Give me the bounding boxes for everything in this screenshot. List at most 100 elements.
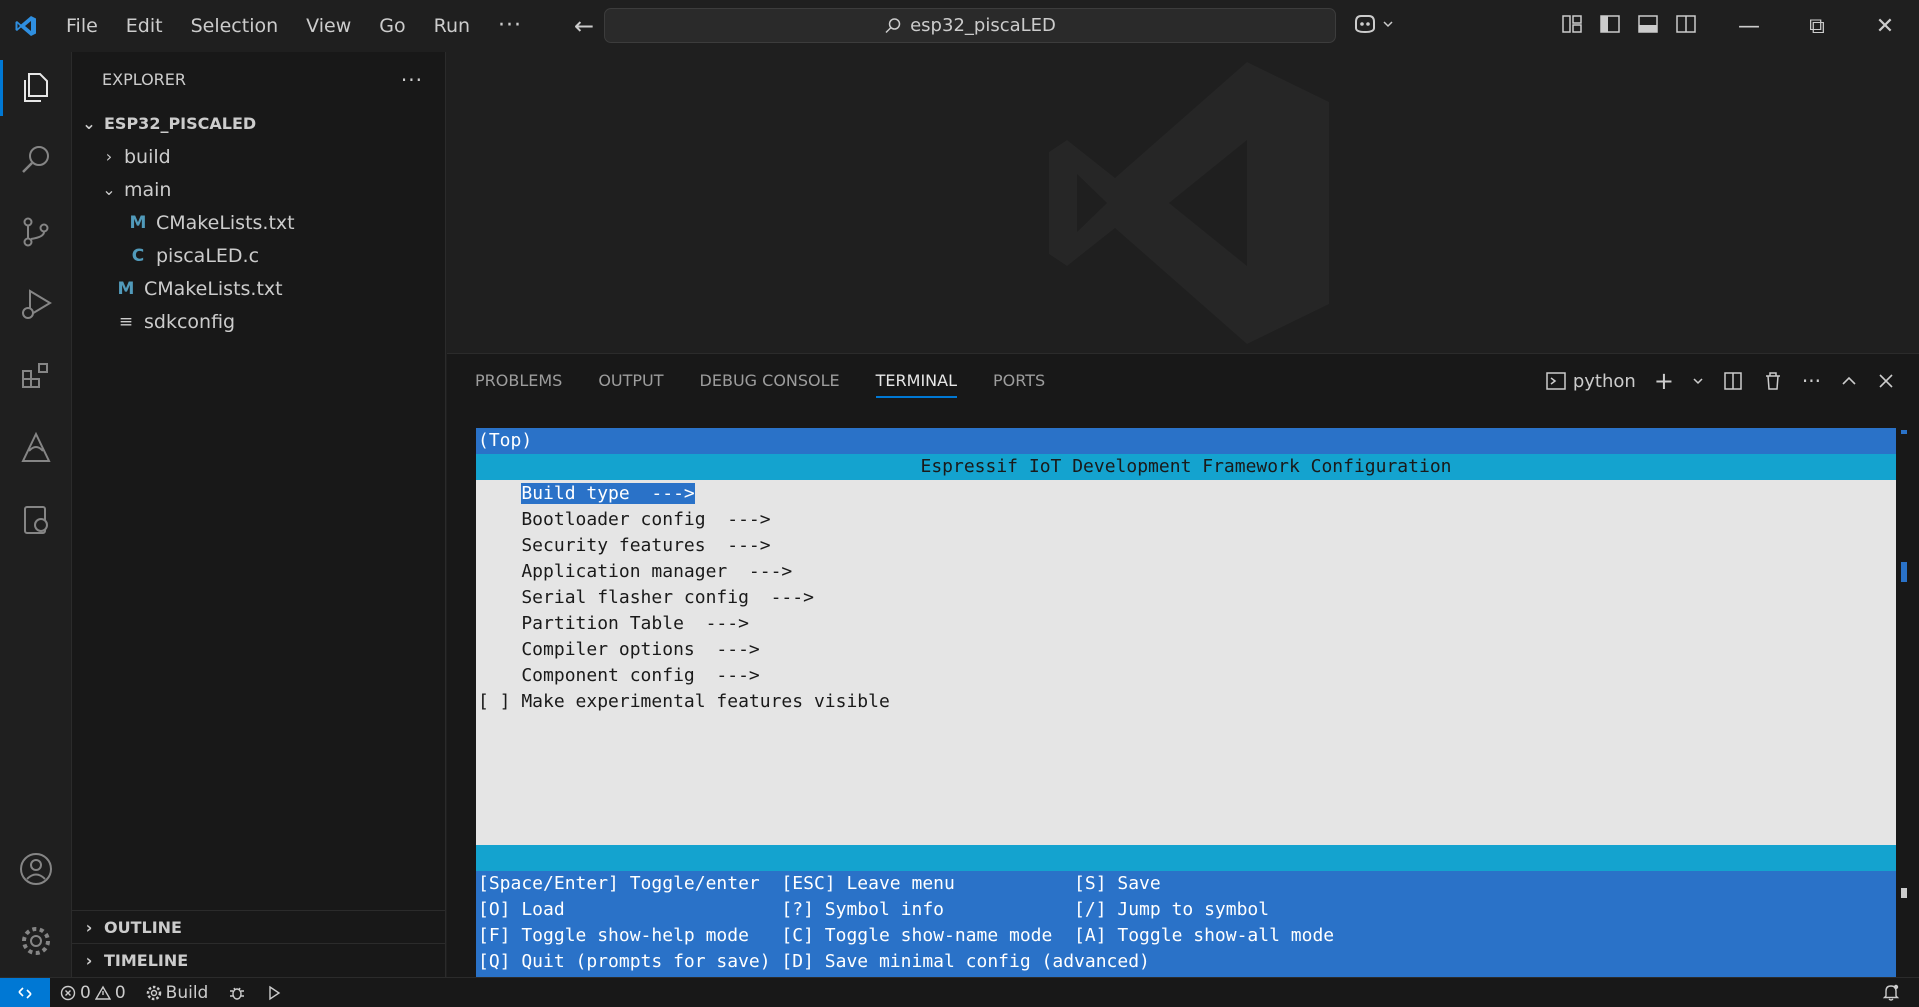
- vscode-watermark-icon: [1049, 62, 1329, 344]
- selected-option-label: Build type --->: [521, 483, 695, 504]
- explorer-sidebar: EXPLORER ··· ⌄ ESP32_PISCALED › build ⌄ …: [72, 52, 446, 977]
- tree-item-label: sdkconfig: [144, 310, 236, 333]
- restore-icon[interactable]: ⧉: [1783, 0, 1851, 52]
- notifications-button[interactable]: [1881, 982, 1901, 1007]
- tree-item-label: main: [124, 178, 172, 201]
- warning-count: 0: [114, 982, 126, 1003]
- menu-option-checkbox[interactable]: [ ] Make experimental features visible: [476, 689, 1896, 715]
- help-row: [F] Toggle show-help mode [C] Toggle sho…: [478, 925, 1335, 946]
- back-arrow-icon[interactable]: ←: [574, 12, 594, 40]
- customize-layout-icon[interactable]: [1560, 12, 1584, 36]
- tab-ports[interactable]: PORTS: [993, 354, 1045, 408]
- explorer-title: EXPLORER: [102, 70, 186, 89]
- chevron-down-icon[interactable]: [1692, 375, 1704, 387]
- menu-option[interactable]: Security features --->: [476, 533, 1896, 559]
- build-status-button[interactable]: Build: [136, 983, 219, 1003]
- close-panel-icon[interactable]: [1877, 372, 1895, 390]
- toggle-panel-icon[interactable]: [1636, 12, 1660, 36]
- outline-label: OUTLINE: [104, 917, 182, 937]
- remote-explorer-icon: [24, 506, 48, 534]
- menu-option[interactable]: Application manager --->: [476, 559, 1896, 585]
- menu-more-icon[interactable]: ···: [484, 0, 536, 52]
- tree-file-sdkconfig[interactable]: ≡ sdkconfig: [72, 305, 445, 338]
- accounts-activity[interactable]: [0, 833, 72, 905]
- menu-option[interactable]: Compiler options --->: [476, 637, 1896, 663]
- source-control-activity[interactable]: [0, 196, 72, 268]
- menu-option-selected[interactable]: Build type --->: [476, 481, 1896, 507]
- command-center-text: esp32_piscaLED: [910, 15, 1056, 36]
- menuconfig-title: Espressif IoT Development Framework Conf…: [476, 454, 1896, 480]
- menu-option[interactable]: Partition Table --->: [476, 611, 1896, 637]
- window-controls: — ⧉ ✕: [1715, 0, 1919, 52]
- vscode-logo-icon: [0, 0, 52, 52]
- explorer-activity[interactable]: [0, 52, 72, 124]
- menuconfig-separator: [476, 845, 1896, 871]
- workspace-root-folder[interactable]: ⌄ ESP32_PISCALED: [72, 107, 445, 140]
- menuconfig-menu: Build type ---> Bootloader config ---> S…: [476, 480, 1896, 845]
- menu-option[interactable]: Bootloader config --->: [476, 507, 1896, 533]
- more-actions-icon[interactable]: ···: [1802, 369, 1821, 393]
- tab-output[interactable]: OUTPUT: [598, 354, 663, 408]
- bell-icon: [1882, 984, 1900, 1001]
- extensions-activity[interactable]: [0, 340, 72, 412]
- remote-indicator[interactable]: [0, 977, 50, 1007]
- panel-actions: python + ···: [1545, 354, 1895, 408]
- trash-icon[interactable]: [1762, 370, 1784, 392]
- split-terminal-icon[interactable]: [1722, 370, 1744, 392]
- scrollbar-marker: [1901, 888, 1907, 898]
- menu-go[interactable]: Go: [365, 0, 419, 52]
- terminal-selector[interactable]: python: [1545, 370, 1636, 392]
- menu-option[interactable]: Serial flasher config --->: [476, 585, 1896, 611]
- toggle-secondary-sidebar-icon[interactable]: [1674, 12, 1698, 36]
- tab-debug-console[interactable]: DEBUG CONSOLE: [700, 354, 840, 408]
- menu-file[interactable]: File: [52, 0, 112, 52]
- tree-file-root-cmakelists[interactable]: M CMakeLists.txt: [72, 272, 445, 305]
- problems-status[interactable]: 0 0: [50, 983, 136, 1003]
- title-bar: File Edit Selection View Go Run ··· ← → …: [0, 0, 1919, 52]
- chevron-down-icon: ⌄: [82, 114, 96, 133]
- run-debug-activity[interactable]: [0, 268, 72, 340]
- run-status-button[interactable]: [256, 985, 292, 1001]
- chevron-down-icon: [1383, 21, 1393, 28]
- menu-option[interactable]: Component config --->: [476, 663, 1896, 689]
- chevron-right-icon: ›: [85, 917, 93, 937]
- manage-activity[interactable]: [0, 905, 72, 977]
- timeline-section[interactable]: › TIMELINE: [72, 943, 446, 976]
- cmake-file-icon: M: [117, 278, 135, 299]
- menu-edit[interactable]: Edit: [112, 0, 177, 52]
- copilot-button[interactable]: [1352, 12, 1394, 36]
- account-icon: [20, 853, 52, 885]
- terminal-scrollbar-thumb[interactable]: [1901, 562, 1907, 582]
- tree-item-label: CMakeLists.txt: [156, 211, 295, 234]
- help-row: [Q] Quit (prompts for save) [D] Save min…: [478, 951, 1150, 972]
- menu-selection[interactable]: Selection: [177, 0, 293, 52]
- terminal-output[interactable]: (Top) Espressif IoT Development Framewor…: [476, 428, 1896, 977]
- source-control-icon: [23, 217, 49, 247]
- debug-status-button[interactable]: [218, 984, 256, 1002]
- close-icon[interactable]: ✕: [1851, 0, 1919, 52]
- tree-folder-build[interactable]: › build: [72, 140, 445, 173]
- remote-explorer-activity[interactable]: [0, 484, 72, 556]
- esp-idf-icon: [21, 431, 51, 462]
- menu-run[interactable]: Run: [420, 0, 484, 52]
- search-activity[interactable]: [0, 124, 72, 196]
- tree-file-main-cmakelists[interactable]: M CMakeLists.txt: [72, 206, 445, 239]
- new-terminal-icon[interactable]: +: [1654, 367, 1674, 395]
- tab-terminal[interactable]: TERMINAL: [875, 354, 958, 408]
- tab-problems[interactable]: PROBLEMS: [475, 354, 562, 408]
- menuconfig-breadcrumb: (Top): [476, 428, 1896, 454]
- more-actions-icon[interactable]: ···: [401, 68, 423, 92]
- minimize-icon[interactable]: —: [1715, 0, 1783, 52]
- outline-section[interactable]: › OUTLINE: [72, 910, 446, 943]
- gear-icon: [22, 927, 50, 955]
- command-center-search[interactable]: esp32_piscaLED: [604, 8, 1336, 43]
- help-row: [Space/Enter] Toggle/enter [ESC] Leave m…: [478, 873, 1161, 894]
- menu-view[interactable]: View: [292, 0, 365, 52]
- esp-idf-activity[interactable]: [0, 412, 72, 484]
- activity-bar: [0, 52, 72, 977]
- tree-file-piscaled-c[interactable]: C piscaLED.c: [72, 239, 445, 272]
- toggle-primary-sidebar-icon[interactable]: [1598, 12, 1622, 36]
- c-file-icon: C: [131, 245, 145, 266]
- maximize-panel-icon[interactable]: [1839, 371, 1859, 391]
- tree-folder-main[interactable]: ⌄ main: [72, 173, 445, 206]
